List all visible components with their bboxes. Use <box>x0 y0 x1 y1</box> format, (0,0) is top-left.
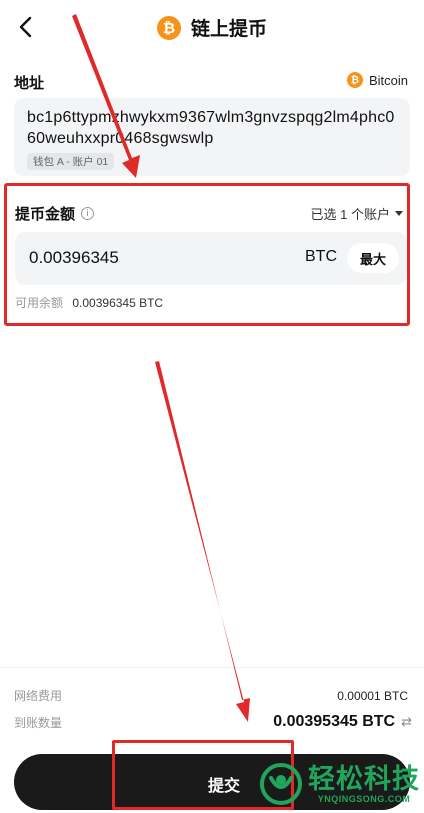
swap-icon[interactable]: ⇄ <box>401 714 412 730</box>
amount-value: 0.00396345 <box>29 248 119 267</box>
watermark-cn: 轻松科技 <box>308 764 420 794</box>
page-title: 链上提币 <box>190 19 267 40</box>
fee-label: 网络费用 <box>14 689 63 703</box>
info-icon[interactable]: i <box>81 207 95 220</box>
available-balance: 可用余额 0.00396345 BTC <box>15 294 163 311</box>
title-wrap: ₿ 链上提币 <box>0 14 424 41</box>
max-button[interactable]: 最大 <box>347 243 399 273</box>
amount-label: 提币金额 <box>15 206 76 223</box>
network-fee-row: 网络费用 0.00001 BTC <box>14 687 408 704</box>
watermark-text: 轻松科技 YNQINGSONG.COM <box>308 764 420 804</box>
account-select[interactable]: 已选 1 个账户 <box>311 204 403 223</box>
wallet-tag: 钱包 A - 账户 01 <box>27 153 115 170</box>
bitcoin-icon: ₿ <box>156 15 181 40</box>
caret-down-icon <box>395 211 403 216</box>
available-label: 可用余额 <box>15 296 64 310</box>
amount-section: 提币金额 i 已选 1 个账户 0.00396345 BTC 最大 可用余额 0… <box>4 183 410 326</box>
fee-value: 0.00001 BTC <box>337 688 408 703</box>
address-field[interactable]: bc1p6ttypmzhwykxm9367wlm3gnvzspqg2lm4phc… <box>14 98 410 176</box>
amount-unit: BTC <box>305 248 337 265</box>
account-select-label: 已选 1 个账户 <box>310 207 390 222</box>
watermark: 轻松科技 YNQINGSONG.COM <box>259 762 420 806</box>
available-value: 0.00396345 BTC <box>72 296 164 310</box>
amount-input[interactable]: 0.00396345 BTC 最大 <box>15 232 407 285</box>
watermark-logo-icon <box>260 763 302 805</box>
receive-amount-row: 到账数量 0.00395345 BTC ⇄ <box>14 713 412 731</box>
receive-right: 0.00395345 BTC ⇄ <box>273 713 412 731</box>
amount-label-wrap: 提币金额 i <box>15 203 95 224</box>
watermark-en: YNQINGSONG.COM <box>317 794 411 804</box>
receive-label: 到账数量 <box>14 715 63 730</box>
address-label: 地址 <box>14 75 45 92</box>
network-indicator[interactable]: ₿ Bitcoin <box>346 72 408 88</box>
divider <box>0 667 424 668</box>
receive-value: 0.00395345 BTC <box>273 713 396 730</box>
header: ₿ 链上提币 <box>0 0 424 54</box>
network-name: Bitcoin <box>368 72 408 88</box>
address-value: bc1p6ttypmzhwykxm9367wlm3gnvzspqg2lm4phc… <box>27 109 395 147</box>
bitcoin-icon: ₿ <box>346 72 363 88</box>
